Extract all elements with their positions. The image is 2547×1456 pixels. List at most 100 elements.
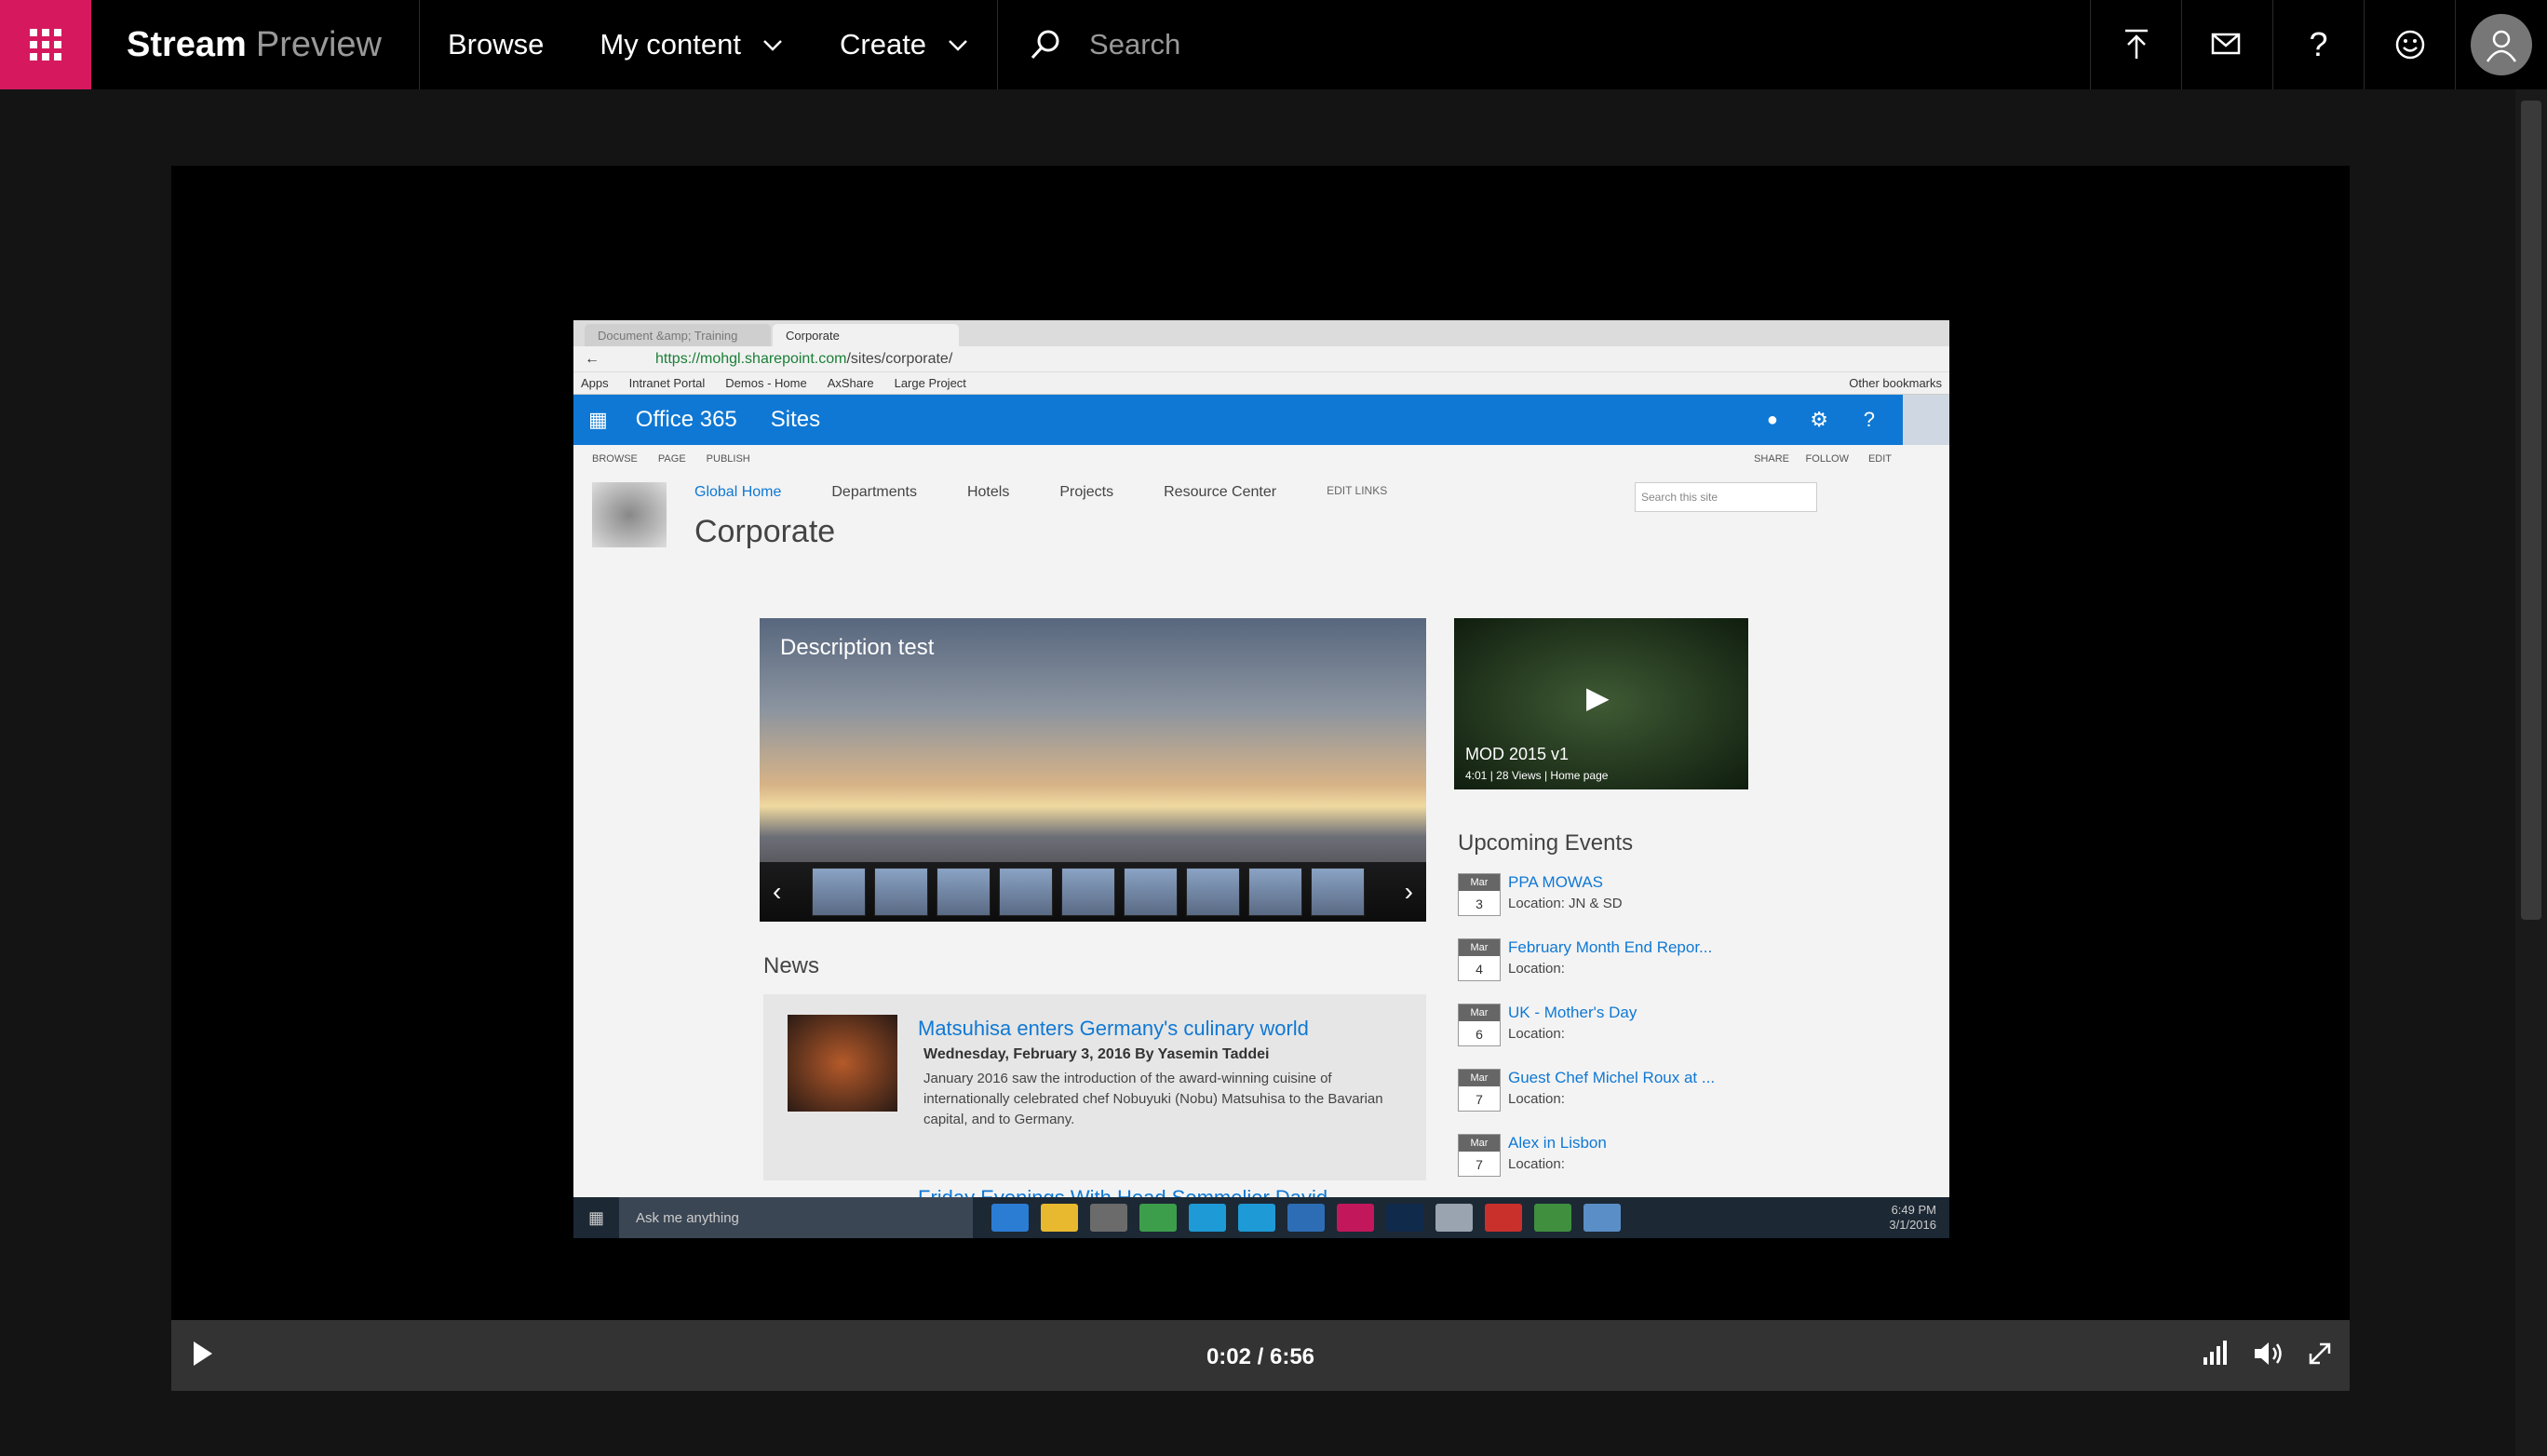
site-search: Search this site (1635, 482, 1817, 512)
event-month: Mar (1459, 939, 1500, 956)
event-day: 7 (1476, 1092, 1483, 1107)
news-image (788, 1015, 897, 1112)
event-location: Location: (1508, 1026, 1565, 1042)
event-name: Alex in Lisbon (1508, 1134, 1607, 1152)
event-location: Location: (1508, 961, 1565, 977)
outlook-icon (1287, 1204, 1326, 1232)
nav-my-content[interactable]: My content (572, 0, 812, 89)
url-text: https://mohgl.sharepoint.com/sites/corpo… (655, 351, 952, 368)
user-icon (2486, 30, 2517, 62)
upload-button[interactable] (2090, 0, 2181, 89)
event-month: Mar (1459, 1004, 1500, 1021)
site-title: Corporate (694, 514, 836, 549)
scrollbar-thumb[interactable] (2521, 101, 2541, 920)
ribbon-tab: PUBLISH (706, 453, 750, 465)
calendar-icon: Mar 4 (1458, 938, 1501, 981)
fullscreen-icon[interactable] (2307, 1341, 2333, 1367)
site-nav-item: Global Home (694, 484, 782, 500)
skype-icon (1189, 1204, 1227, 1232)
account-button[interactable] (2455, 0, 2547, 89)
powerpoint-icon (1485, 1204, 1523, 1232)
thumbnail (937, 868, 990, 916)
brand-suffix: Preview (255, 24, 382, 64)
bookmark: Demos - Home (725, 376, 807, 390)
volume-icon[interactable] (2253, 1341, 2284, 1367)
calendar-icon: Mar 3 (1458, 873, 1501, 916)
list-item: Mar 3 PPA MOWAS Location: JN & SD (1458, 873, 1756, 938)
news-section: News Matsuhisa enters Germany's culinary… (763, 953, 1426, 1209)
brand-logo[interactable]: Stream Preview (91, 0, 420, 89)
event-location: Location: (1508, 1156, 1565, 1172)
list-item: Mar 6 UK - Mother's Day Location: (1458, 1004, 1756, 1069)
list-item: Mar 7 Guest Chef Michel Roux at ... Locatio… (1458, 1069, 1756, 1134)
site-logo (592, 482, 667, 547)
taskbar-clock: 6:49 PM 3/1/2016 (1889, 1203, 1936, 1233)
brand-name: Stream (127, 24, 247, 64)
top-bar: Stream Preview Browse My content Create S… (0, 0, 2547, 89)
nav-my-content-label: My content (600, 28, 741, 61)
avatar (1903, 395, 1949, 445)
search-placeholder: Search (1089, 28, 1181, 61)
bookmark: Intranet Portal (628, 376, 706, 390)
nav-browse-label: Browse (448, 28, 545, 61)
thumbnail (1186, 868, 1240, 916)
site-nav: Global Home Departments Hotels Projects … (694, 484, 1437, 501)
cortana-placeholder: Ask me anything (636, 1209, 739, 1226)
calendar-icon: Mar 7 (1458, 1069, 1501, 1112)
windows-taskbar: ▦ Ask me anything 6:49 PM 3/1/2016 (573, 1197, 1949, 1238)
windows-icon: ▦ (588, 1207, 605, 1227)
browser-tab: Corporate (773, 324, 959, 346)
thumbnail (1124, 868, 1178, 916)
nav-create[interactable]: Create (812, 0, 997, 89)
chrome-icon (1139, 1204, 1178, 1232)
thumbnail (874, 868, 928, 916)
event-day: 6 (1476, 1027, 1483, 1042)
hero-slider: Description test ‹ › (760, 618, 1426, 922)
invite-button[interactable] (2181, 0, 2272, 89)
folder-icon (1041, 1204, 1079, 1232)
photoshop-icon (1386, 1204, 1424, 1232)
time-display: 0:02 / 6:56 (1206, 1344, 1315, 1369)
avatar (2471, 14, 2532, 75)
edit-links: EDIT LINKS (1327, 484, 1388, 497)
sp-ribbon: BROWSE PAGE PUBLISH SHARE FOLLOW EDIT (573, 445, 1949, 473)
event-day: 3 (1476, 897, 1483, 911)
browser-tab: Document &amp; Training (585, 324, 771, 346)
other-bookmarks: Other bookmarks (1849, 376, 1942, 390)
event-day: 7 (1476, 1157, 1483, 1172)
feedback-button[interactable] (2364, 0, 2455, 89)
news-item: Matsuhisa enters Germany's culinary worl… (763, 994, 1426, 1209)
search-input[interactable]: Search (997, 0, 2077, 89)
nav-browse[interactable]: Browse (420, 0, 572, 89)
bell-icon: ● (1766, 409, 1778, 430)
store-icon (1090, 1204, 1128, 1232)
upload-icon (2124, 29, 2148, 59)
event-name: Guest Chef Michel Roux at ... (1508, 1069, 1716, 1086)
back-icon: ← (585, 350, 600, 367)
page-scrollbar[interactable] (2515, 89, 2547, 1456)
quality-icon[interactable] (2201, 1341, 2229, 1367)
chevron-right-icon: › (1404, 877, 1413, 906)
clock-date: 3/1/2016 (1889, 1218, 1936, 1232)
list-item: Mar 7 Alex in Lisbon Location: (1458, 1134, 1756, 1199)
event-month: Mar (1459, 1135, 1500, 1152)
news-meta: Wednesday, February 3, 2016 By Yasemin T… (923, 1046, 1270, 1062)
help-button[interactable]: ? (2272, 0, 2364, 89)
video-meta: 4:01 | 28 Views | Home page (1465, 769, 1609, 782)
url-host: https://mohgl.sharepoint.com (655, 350, 847, 367)
list-item: Mar 4 February Month End Repor... Location: (1458, 938, 1756, 1004)
address-bar: ← https://mohgl.sharepoint.com/sites/cor… (573, 346, 1949, 372)
app-launcher-button[interactable] (0, 0, 91, 89)
edge-icon (991, 1204, 1030, 1232)
chevron-down-icon (763, 40, 782, 51)
event-name: PPA MOWAS (1508, 873, 1604, 891)
clock-time: 6:49 PM (1891, 1203, 1936, 1217)
help-icon: ? (2309, 25, 2328, 63)
ribbon-tab: BROWSE (592, 453, 638, 465)
search-icon (1031, 30, 1059, 60)
nav-create-label: Create (840, 28, 927, 61)
news-title: Matsuhisa enters Germany's culinary worl… (918, 1017, 1309, 1040)
calendar-icon: Mar 6 (1458, 1004, 1501, 1046)
gear-icon: ⚙ (1810, 408, 1828, 431)
ribbon-tab: PAGE (657, 453, 686, 465)
